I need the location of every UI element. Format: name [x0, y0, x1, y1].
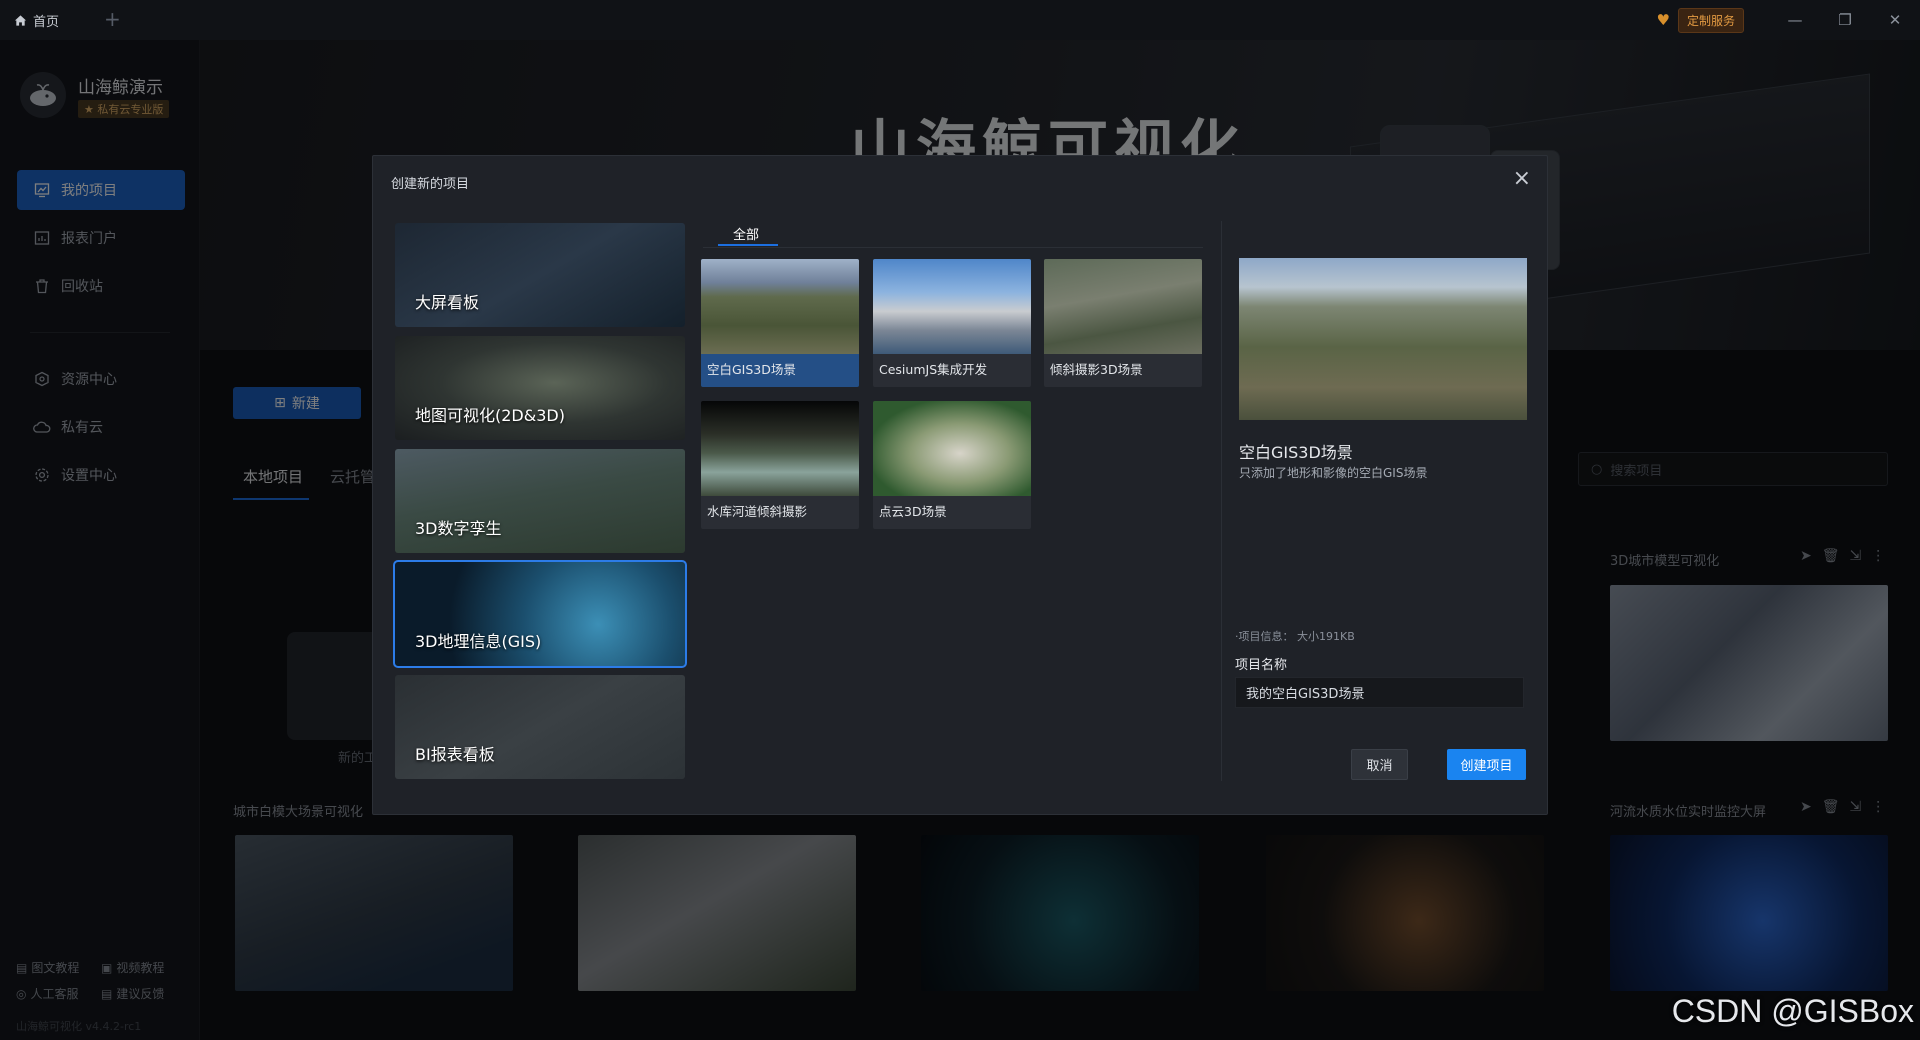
project-info: ·项目信息： 大小191KB — [1235, 630, 1355, 643]
template-oblique-photography[interactable]: 倾斜摄影3D场景 — [1044, 259, 1202, 387]
home-icon — [14, 14, 27, 26]
template-thumbnail — [1044, 259, 1202, 354]
template-label: 倾斜摄影3D场景 — [1050, 362, 1143, 377]
template-thumbnail — [873, 259, 1031, 354]
template-point-cloud[interactable]: 点云3D场景 — [873, 401, 1031, 529]
template-blank-gis[interactable]: 空白GIS3D场景 — [701, 259, 859, 387]
preview-title: 空白GIS3D场景 — [1239, 443, 1353, 462]
category-dashboard[interactable]: 大屏看板 — [395, 223, 685, 327]
panel-divider — [1221, 221, 1222, 781]
home-tab-label: 首页 — [33, 14, 60, 30]
template-cesiumjs[interactable]: CesiumJS集成开发 — [873, 259, 1031, 387]
category-digital-twin[interactable]: 3D数字孪生 — [395, 449, 685, 553]
category-bi-report[interactable]: BI报表看板 — [395, 675, 685, 779]
template-thumbnail — [701, 401, 859, 496]
template-thumbnail — [701, 259, 859, 354]
category-label: 大屏看板 — [415, 293, 480, 312]
watermark: CSDN @GISBox — [1671, 993, 1914, 1029]
template-preview-image — [1239, 258, 1527, 420]
preview-description: 只添加了地形和影像的空白GIS场景 — [1239, 466, 1428, 480]
template-label: CesiumJS集成开发 — [879, 362, 988, 377]
create-project-button[interactable]: 创建项目 — [1447, 749, 1526, 780]
close-icon[interactable]: × — [1513, 168, 1531, 190]
filter-divider — [703, 247, 1203, 248]
template-thumbnail — [873, 401, 1031, 496]
category-gis[interactable]: 3D地理信息(GIS) — [393, 560, 687, 668]
template-label: 空白GIS3D场景 — [707, 362, 796, 377]
template-reservoir-river[interactable]: 水库河道倾斜摄影 — [701, 401, 859, 529]
project-name-label: 项目名称 — [1235, 658, 1288, 673]
template-label: 水库河道倾斜摄影 — [707, 504, 808, 519]
custom-service-button[interactable]: 定制服务 — [1677, 7, 1744, 33]
category-map-visualization[interactable]: 地图可视化(2D&3D) — [395, 336, 685, 440]
create-project-dialog: 创建新的项目 × 大屏看板 地图可视化(2D&3D) 3D数字孪生 3D地理信息… — [372, 155, 1548, 815]
filter-tab-all[interactable]: 全部 — [733, 224, 759, 243]
dialog-title: 创建新的项目 — [391, 177, 470, 192]
tab-home[interactable]: 首页 — [14, 8, 59, 32]
category-label: BI报表看板 — [415, 745, 495, 764]
minimize-icon[interactable]: — — [1770, 11, 1820, 29]
add-tab-button[interactable]: + — [104, 7, 121, 31]
filter-tab-underline — [718, 244, 778, 246]
close-window-icon[interactable]: ✕ — [1870, 11, 1920, 29]
template-label: 点云3D场景 — [879, 504, 947, 519]
title-bar: 首页 + ♥ 定制服务 — ❐ ✕ — [0, 0, 1920, 40]
project-name-input[interactable]: 我的空白GIS3D场景 — [1235, 677, 1524, 708]
cancel-button[interactable]: 取消 — [1351, 749, 1408, 780]
category-label: 3D数字孪生 — [415, 519, 502, 538]
heart-icon: ♥ — [1656, 11, 1670, 29]
restore-icon[interactable]: ❐ — [1820, 11, 1870, 29]
category-label: 地图可视化(2D&3D) — [415, 406, 565, 425]
category-label: 3D地理信息(GIS) — [415, 632, 542, 651]
